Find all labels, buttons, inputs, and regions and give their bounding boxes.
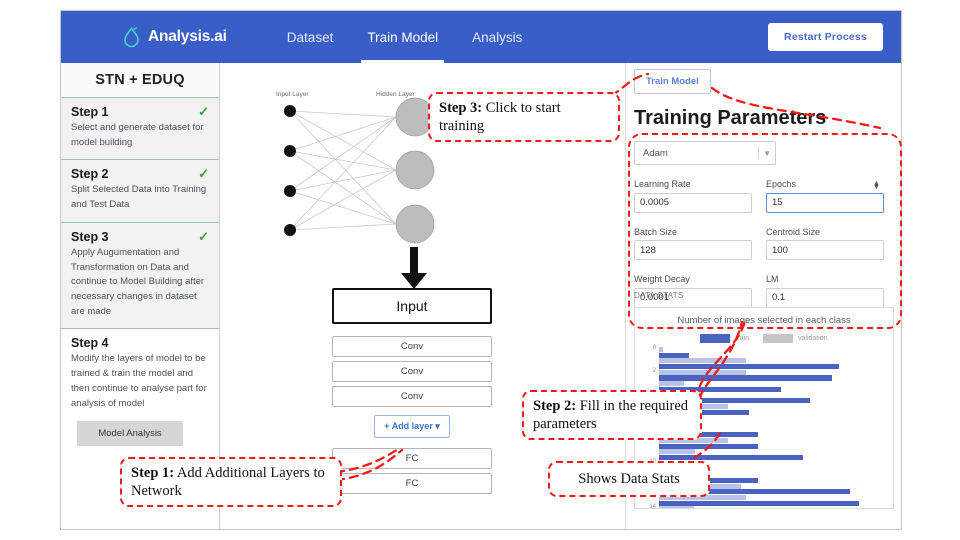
legend-item-validation: validation <box>763 334 828 343</box>
step-title: Step 3 <box>71 229 109 244</box>
bar-train <box>659 500 860 506</box>
step-title: Step 1 <box>71 105 109 119</box>
annotation-bold: Step 2: <box>533 398 577 414</box>
annotation-step-3: Step 3: Click to start training <box>428 92 620 143</box>
bar-validation <box>659 369 747 375</box>
bar-validation <box>659 347 664 353</box>
check-icon: ✓ <box>198 104 209 119</box>
nav-item-analysis[interactable]: Analysis <box>470 11 524 63</box>
hidden-layer-label: Hidden Layer <box>376 91 415 98</box>
page-title: Training Parameters <box>634 107 827 129</box>
input-layer-label: Input Layer <box>276 91 309 98</box>
chart-y-tick: 0 <box>652 344 656 351</box>
chart-bar-row: 14 <box>649 504 887 508</box>
chart-bar-row <box>659 443 887 449</box>
step-description: Modify the layers of model to be trained… <box>71 353 207 409</box>
step-description: Apply Augumentation and Transformation o… <box>71 246 205 317</box>
legend-swatch-validation <box>763 334 794 343</box>
train-model-button[interactable]: Train Model <box>634 69 711 94</box>
step-header: Step 4 <box>71 336 209 350</box>
sidebar-step-1[interactable]: Step 1 ✓ Select and generate dataset for… <box>61 97 219 160</box>
chart-y-tick: 14 <box>649 504 656 509</box>
sidebar-step-2[interactable]: Step 2 ✓ Split Selected Data into Traini… <box>61 159 219 222</box>
legend-label: train <box>735 335 750 342</box>
model-analysis-button[interactable]: Model Analysis <box>77 421 183 447</box>
chart-bar-row <box>659 352 887 358</box>
step-header: Step 3 ✓ <box>71 230 209 244</box>
bar-train <box>659 375 832 381</box>
brand: Analysis.ai <box>123 26 227 48</box>
down-arrow-icon <box>401 247 427 289</box>
chart-bar-row <box>659 449 887 455</box>
layer-fc-2[interactable]: FC <box>332 473 492 494</box>
layer-stack: Input Conv Conv Conv + Add layer ▾ FC FC <box>332 288 492 498</box>
legend-swatch-train <box>700 334 731 343</box>
restart-process-button[interactable]: Restart Process <box>768 23 883 51</box>
bar-validation <box>659 358 747 364</box>
bar-validation <box>659 381 684 387</box>
chart-bar-row: 0 <box>653 345 887 353</box>
app-header: Analysis.ai Dataset Train Model Analysis… <box>61 11 901 63</box>
chart-bar-row <box>659 358 887 364</box>
layer-input[interactable]: Input <box>332 288 492 324</box>
annotation-bold: Step 1: <box>131 465 175 481</box>
layer-fc-1[interactable]: FC <box>332 448 492 469</box>
annotation-step-1: Step 1: Add Additional Layers to Network <box>120 457 342 508</box>
annotation-bold: Step 3: <box>439 100 483 116</box>
nav-item-train-model[interactable]: Train Model <box>361 11 444 63</box>
step-description: Split Selected Data into Training and Te… <box>71 184 207 211</box>
bar-train <box>659 455 803 461</box>
layer-conv-3[interactable]: Conv <box>332 386 492 407</box>
step-header: Step 2 ✓ <box>71 167 209 181</box>
annotation-shows-data-stats: Shows Data Stats <box>548 461 710 498</box>
chart-bar-row <box>659 455 887 461</box>
chart-y-tick: 2 <box>652 367 656 374</box>
brand-name: Analysis.ai <box>148 28 227 45</box>
sidebar-step-3[interactable]: Step 3 ✓ Apply Augumentation and Transfo… <box>61 221 219 329</box>
bar-train <box>659 352 690 358</box>
step-description: Select and generate dataset for model bu… <box>71 122 204 148</box>
chart-bar-row <box>659 381 887 387</box>
annotation-step-2: Step 2: Fill in the required parameters <box>522 390 702 441</box>
chart-bar-row <box>659 364 887 370</box>
nav-item-dataset[interactable]: Dataset <box>285 11 336 63</box>
step-title: Step 4 <box>71 336 109 351</box>
layer-conv-1[interactable]: Conv <box>332 336 492 357</box>
chart-legend: train validation <box>635 334 893 343</box>
chart-bar-row: 2 <box>653 368 887 375</box>
sidebar-title: STN + EDUQ <box>61 63 219 97</box>
check-icon: ✓ <box>198 166 209 182</box>
step-title: Step 2 <box>71 167 109 182</box>
add-layer-button[interactable]: + Add layer ▾ <box>374 415 450 438</box>
bar-train <box>659 443 759 449</box>
step-header: Step 1 ✓ <box>71 105 209 119</box>
legend-item-train: train <box>700 334 749 343</box>
chart-bar-row <box>659 375 887 381</box>
check-icon: ✓ <box>198 228 209 244</box>
annotation-ring-parameters <box>628 133 902 329</box>
chart-bar-row <box>659 500 887 506</box>
main-nav: Dataset Train Model Analysis <box>285 11 525 63</box>
bar-validation <box>659 449 695 455</box>
bar-validation <box>659 506 694 508</box>
annotation-text: Shows Data Stats <box>578 471 680 487</box>
legend-label: validation <box>798 335 828 342</box>
layer-conv-2[interactable]: Conv <box>332 361 492 382</box>
water-drop-icon <box>123 26 140 48</box>
bar-train <box>659 364 839 370</box>
sidebar-step-4[interactable]: Step 4 Modify the layers of model to be … <box>61 328 219 464</box>
